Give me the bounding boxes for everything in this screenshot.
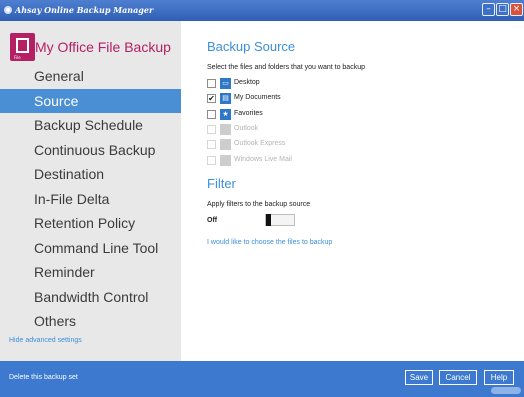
sidebar-item-continuous-backup[interactable]: Continuous Backup bbox=[0, 138, 181, 163]
sidebar-item-source[interactable]: Source bbox=[0, 88, 181, 113]
source-checkbox bbox=[207, 124, 216, 134]
title-bar: Ahsay Online Backup Manager – □ × bbox=[0, 0, 524, 21]
filter-title: Filter bbox=[207, 176, 236, 191]
source-item[interactable]: ★ Favorites bbox=[207, 108, 407, 121]
page-shape bbox=[16, 38, 29, 53]
outlook-express-icon bbox=[220, 139, 231, 151]
footer-bar: Delete this backup set Save Cancel Help bbox=[0, 361, 524, 397]
help-button[interactable]: Help bbox=[484, 370, 514, 385]
app-icon bbox=[4, 6, 12, 14]
sidebar-item-bandwidth-control[interactable]: Bandwidth Control bbox=[0, 285, 181, 310]
hide-advanced-settings-link[interactable]: Hide advanced settings bbox=[9, 337, 82, 344]
sidebar-item-reminder[interactable]: Reminder bbox=[0, 260, 181, 285]
filter-caption: Apply filters to the backup source bbox=[207, 201, 311, 208]
source-checkbox[interactable]: ✔ bbox=[207, 94, 216, 104]
sidebar: File My Office File Backup General Source… bbox=[0, 21, 181, 361]
maximize-button[interactable]: □ bbox=[496, 3, 509, 16]
choose-files-link[interactable]: I would like to choose the files to back… bbox=[207, 239, 332, 246]
file-backup-icon: File bbox=[10, 33, 35, 61]
window-title: Ahsay Online Backup Manager bbox=[15, 5, 154, 15]
source-item-label: Outlook bbox=[234, 124, 259, 132]
source-checkbox[interactable] bbox=[207, 79, 216, 88]
sidebar-item-general[interactable]: General bbox=[0, 64, 181, 89]
source-item-label: Favorites bbox=[234, 109, 263, 117]
source-item[interactable]: Outlook bbox=[207, 123, 407, 136]
source-item-label: My Documents bbox=[234, 94, 281, 102]
windows-live-mail-icon bbox=[220, 154, 231, 166]
sidebar-item-destination[interactable]: Destination bbox=[0, 162, 181, 187]
outlook-icon bbox=[220, 123, 231, 135]
source-item-label: Windows Live Mail bbox=[234, 155, 292, 163]
close-button[interactable]: × bbox=[510, 3, 523, 16]
sidebar-item-others[interactable]: Others bbox=[0, 309, 181, 334]
backup-set-name: My Office File Backup bbox=[35, 39, 171, 55]
source-item[interactable]: ✔ ▤ My Documents bbox=[207, 92, 407, 105]
cancel-button[interactable]: Cancel bbox=[439, 370, 477, 385]
source-item[interactable]: Windows Live Mail bbox=[207, 154, 407, 167]
source-item[interactable]: Outlook Express bbox=[207, 138, 407, 151]
filter-state-label: Off bbox=[207, 217, 218, 224]
desktop-icon: ▭ bbox=[220, 78, 231, 89]
delete-backup-set-link[interactable]: Delete this backup set bbox=[9, 374, 78, 381]
source-checkbox bbox=[207, 155, 216, 165]
settings-nav: General Source Backup Schedule Continuous B… bbox=[0, 64, 181, 334]
backup-source-caption: Select the files and folders that you wa… bbox=[207, 64, 365, 71]
sidebar-item-retention-policy[interactable]: Retention Policy bbox=[0, 211, 181, 236]
sidebar-item-backup-schedule[interactable]: Backup Schedule bbox=[0, 113, 181, 138]
source-item-label: Desktop bbox=[234, 79, 260, 86]
save-button[interactable]: Save bbox=[405, 370, 433, 385]
documents-icon: ▤ bbox=[220, 93, 231, 105]
source-checkbox[interactable] bbox=[207, 109, 216, 119]
source-item[interactable]: ▭ Desktop bbox=[207, 77, 407, 90]
backup-set-header: File My Office File Backup bbox=[10, 33, 180, 63]
sidebar-item-command-line-tool[interactable]: Command Line Tool bbox=[0, 236, 181, 261]
sidebar-item-in-file-delta[interactable]: In-File Delta bbox=[0, 187, 181, 212]
filter-toggle[interactable] bbox=[265, 214, 295, 226]
star-icon: ★ bbox=[220, 108, 231, 120]
backup-source-title: Backup Source bbox=[207, 39, 296, 54]
file-backup-icon-tag: File bbox=[14, 55, 21, 60]
main-panel: Backup Source Select the files and folde… bbox=[181, 21, 524, 361]
footer-badge bbox=[491, 387, 521, 394]
source-checkbox bbox=[207, 140, 216, 150]
minimize-button[interactable]: – bbox=[482, 3, 495, 16]
toggle-knob bbox=[266, 214, 271, 226]
source-item-label: Outlook Express bbox=[234, 140, 286, 148]
